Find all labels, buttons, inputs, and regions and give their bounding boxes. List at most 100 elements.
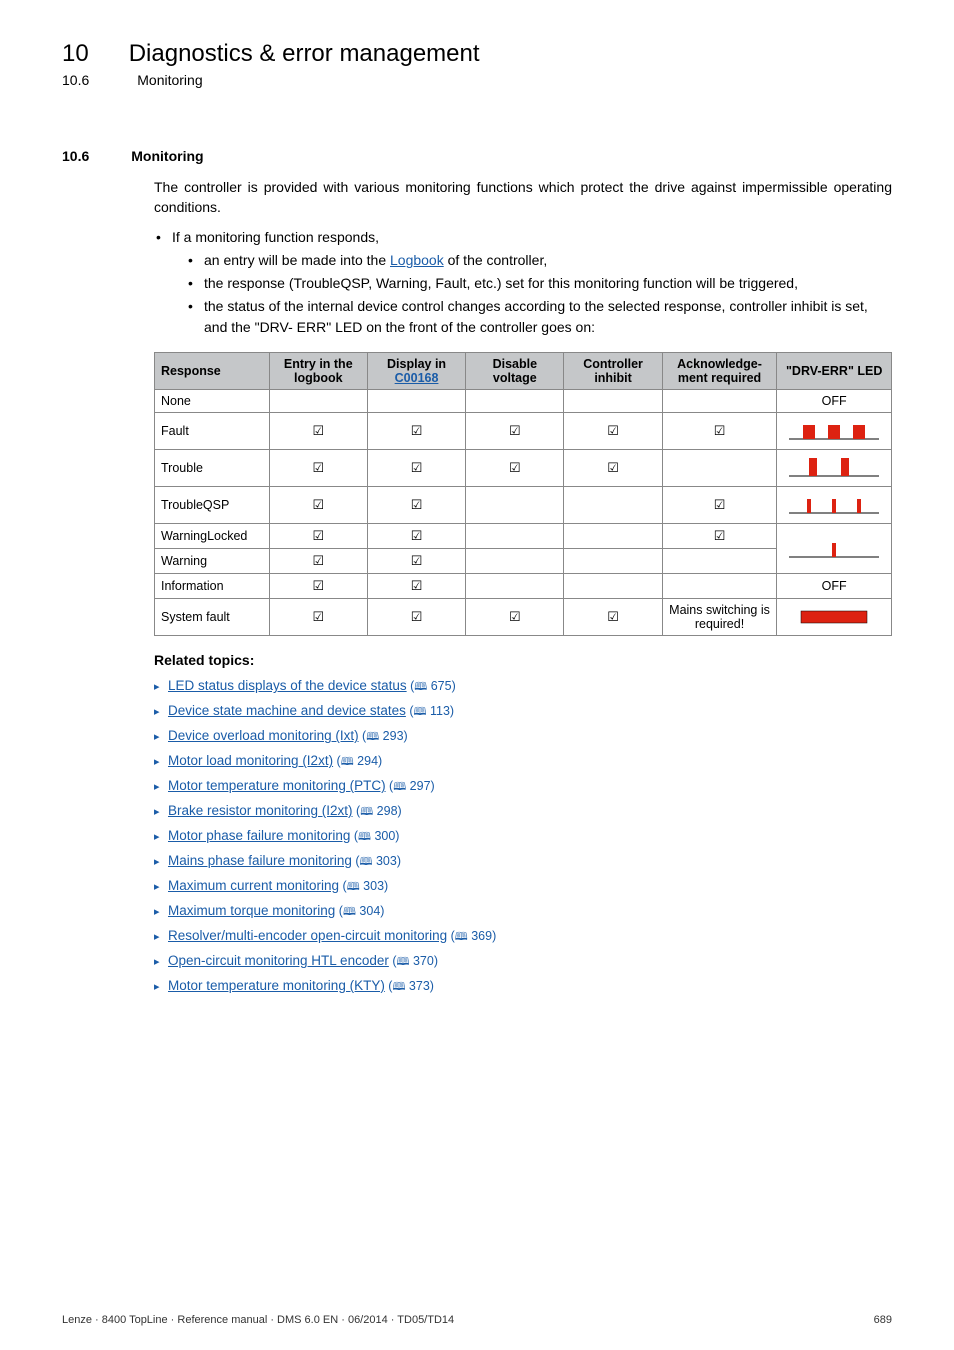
related-topic-link[interactable]: Motor temperature monitoring (KTY) [168, 978, 385, 993]
section-number: 10.6 [62, 148, 89, 164]
check-icon: ☑ [312, 528, 324, 543]
check-icon: ☑ [411, 609, 423, 624]
sub-bullet-item: an entry will be made into the Logbook o… [172, 250, 892, 271]
related-topic-link[interactable]: Mains phase failure monitoring [168, 853, 352, 868]
check-icon: ☑ [312, 609, 324, 624]
table-row: Trouble ☑ ☑ ☑ ☑ [155, 450, 892, 487]
page-reference: (🕮 303) [339, 879, 388, 893]
cell-disable: ☑ [466, 599, 564, 636]
related-topic-link[interactable]: Motor temperature monitoring (PTC) [168, 778, 386, 793]
related-topic-link[interactable]: Maximum current monitoring [168, 878, 339, 893]
cell-log [269, 390, 367, 413]
cell-ack [662, 390, 777, 413]
page-reference: (🕮 113) [406, 704, 454, 718]
book-icon: 🕮 [360, 856, 373, 868]
bullet-item: If a monitoring function responds, an en… [154, 227, 892, 338]
cell-led: OFF [777, 574, 892, 599]
cell-response: Trouble [155, 450, 270, 487]
table-row: TroubleQSP☑☑☑ [155, 487, 892, 524]
related-topic-link[interactable]: Resolver/multi-encoder open-circuit moni… [168, 928, 447, 943]
chapter-title: Diagnostics & error management [129, 40, 480, 68]
cell-disable [466, 487, 564, 524]
check-icon: ☑ [312, 460, 324, 475]
th-led: "DRV-ERR" LED [777, 353, 892, 390]
related-topic-link[interactable]: Motor phase failure monitoring [168, 828, 350, 843]
sub-bullet-text-post: of the controller, [444, 252, 548, 268]
cell-inhibit [564, 487, 662, 524]
th-display-line1: Display in [387, 357, 446, 371]
check-icon: ☑ [411, 578, 423, 593]
related-topic-link[interactable]: LED status displays of the device status [168, 678, 407, 693]
related-topic-link[interactable]: Open-circuit monitoring HTL encoder [168, 953, 389, 968]
cell-inhibit: ☑ [564, 599, 662, 636]
page-footer: Lenze · 8400 TopLine · Reference manual … [62, 1314, 892, 1326]
check-icon: ☑ [714, 528, 726, 543]
check-icon: ☑ [509, 460, 521, 475]
related-topic-link[interactable]: Device overload monitoring (Ixt) [168, 728, 359, 743]
th-logbook: Entry in the logbook [269, 353, 367, 390]
cell-inhibit: ☑ [564, 450, 662, 487]
check-icon: ☑ [411, 528, 423, 543]
cell-disable [466, 549, 564, 574]
cell-log: ☑ [269, 599, 367, 636]
related-topic-item: Motor temperature monitoring (KTY) (🕮 37… [154, 974, 892, 999]
check-icon: ☑ [312, 578, 324, 593]
subsection-title: Monitoring [137, 72, 202, 88]
chapter-header: 10 Diagnostics & error management [62, 40, 892, 68]
check-icon: ☑ [411, 553, 423, 568]
footer-page-number: 689 [874, 1314, 892, 1326]
page-reference: (🕮 300) [350, 829, 399, 843]
subsection-number: 10.6 [62, 72, 89, 88]
cell-response: WarningLocked [155, 524, 270, 549]
related-topic-item: Resolver/multi-encoder open-circuit moni… [154, 924, 892, 949]
section-heading-row: 10.6 Monitoring [62, 148, 892, 164]
related-topic-link[interactable]: Maximum torque monitoring [168, 903, 335, 918]
cell-disp: ☑ [367, 524, 465, 549]
cell-response: None [155, 390, 270, 413]
response-table: Response Entry in the logbook Display in… [154, 352, 892, 636]
check-icon: ☑ [509, 609, 521, 624]
check-icon: ☑ [411, 460, 423, 475]
response-table-wrap: Response Entry in the logbook Display in… [154, 352, 892, 636]
check-icon: ☑ [312, 423, 324, 438]
cell-disable [466, 524, 564, 549]
check-icon: ☑ [607, 423, 619, 438]
related-topic-item: Maximum current monitoring (🕮 303) [154, 874, 892, 899]
cell-response: TroubleQSP [155, 487, 270, 524]
cell-led [777, 413, 892, 450]
logbook-link[interactable]: Logbook [390, 252, 444, 268]
table-row: WarningLocked ☑ ☑ ☑ [155, 524, 892, 549]
related-topic-item: Open-circuit monitoring HTL encoder (🕮 3… [154, 949, 892, 974]
related-topic-item: Device overload monitoring (Ixt) (🕮 293) [154, 724, 892, 749]
cell-response: Warning [155, 549, 270, 574]
led-pattern-icon [789, 417, 879, 445]
cell-disable: ☑ [466, 450, 564, 487]
th-inhibit: Controller inhibit [564, 353, 662, 390]
code-link-c00168[interactable]: C00168 [395, 371, 439, 385]
section-title: Monitoring [131, 148, 203, 164]
cell-inhibit [564, 390, 662, 413]
cell-ack [662, 450, 777, 487]
cell-disable [466, 574, 564, 599]
table-row: System fault☑☑☑☑Mains switching is requi… [155, 599, 892, 636]
cell-inhibit: ☑ [564, 413, 662, 450]
bullet-list: If a monitoring function responds, an en… [154, 227, 892, 338]
chapter-number: 10 [62, 40, 89, 68]
related-topic-link[interactable]: Motor load monitoring (I2xt) [168, 753, 333, 768]
th-display: Display in C00168 [367, 353, 465, 390]
related-topic-link[interactable]: Brake resistor monitoring (I2xt) [168, 803, 353, 818]
book-icon: 🕮 [347, 881, 360, 893]
subsection-header: 10.6 Monitoring [62, 72, 892, 88]
page-reference: (🕮 369) [447, 929, 496, 943]
page-reference: (🕮 373) [385, 979, 434, 993]
related-topics-heading: Related topics: [154, 652, 892, 668]
table-row: Fault☑☑☑☑☑ [155, 413, 892, 450]
related-topic-link[interactable]: Device state machine and device states [168, 703, 406, 718]
cell-log: ☑ [269, 487, 367, 524]
th-disable: Disable voltage [466, 353, 564, 390]
check-icon: ☑ [714, 497, 726, 512]
cell-ack: ☑ [662, 487, 777, 524]
cell-disp: ☑ [367, 599, 465, 636]
table-row: NoneOFF [155, 390, 892, 413]
book-icon: 🕮 [455, 931, 468, 943]
